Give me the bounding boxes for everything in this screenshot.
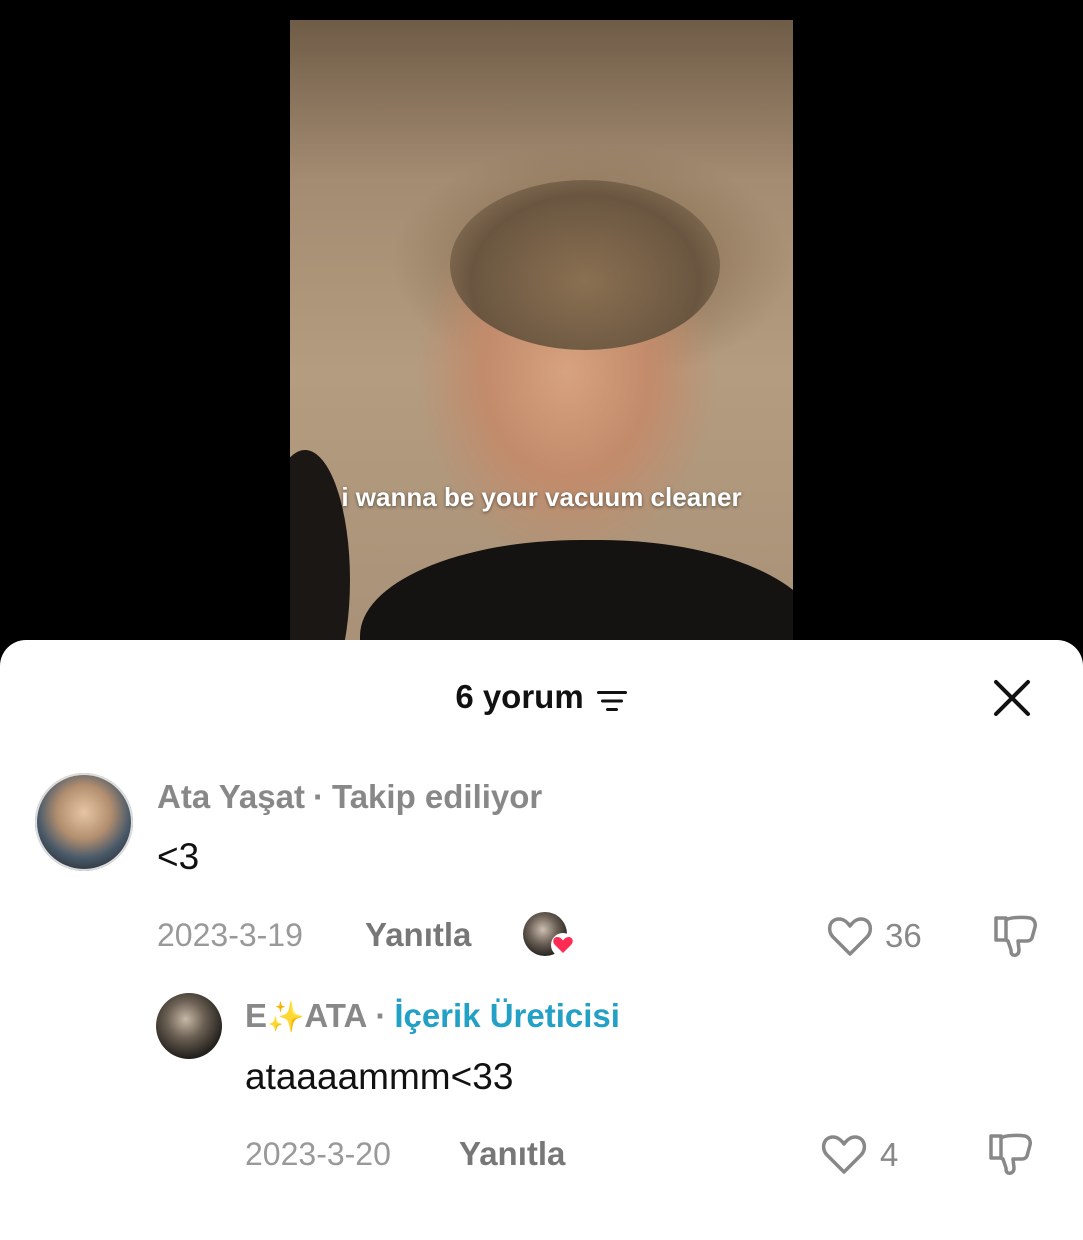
sort-lines-icon[interactable]	[596, 684, 628, 711]
comment-author-line[interactable]: Ata Yaşat · Takip ediliyor	[157, 778, 542, 816]
video-caption: i wanna be your vacuum cleaner	[341, 482, 742, 512]
comment-author[interactable]: Ata Yaşat	[157, 778, 305, 815]
video-frame-detail	[450, 180, 720, 350]
avatar[interactable]	[35, 773, 133, 871]
close-icon[interactable]	[990, 676, 1034, 720]
like-count: 4	[880, 1136, 899, 1173]
following-tag: Takip ediliyor	[331, 778, 543, 815]
like-count: 36	[885, 917, 922, 954]
reply-button[interactable]: Yanıtla	[365, 916, 471, 954]
comment-author-suffix[interactable]: ATA	[304, 997, 367, 1034]
separator-dot: ·	[375, 997, 387, 1034]
comments-header: 6 yorum	[0, 678, 1083, 716]
avatar[interactable]	[156, 993, 222, 1059]
comment-date: 2023-3-20	[245, 1136, 391, 1172]
comment-date: 2023-3-19	[157, 917, 303, 953]
heart-outline-icon[interactable]	[826, 914, 874, 963]
creator-heart-icon	[550, 933, 576, 957]
sparkle-emoji: ✨	[267, 1001, 305, 1034]
reply-button[interactable]: Yanıtla	[459, 1135, 565, 1173]
comment-author-line[interactable]: E✨ATA · İçerik Üreticisi	[245, 997, 620, 1035]
comments-count-title: 6 yorum	[455, 678, 584, 715]
separator-dot: ·	[312, 778, 324, 815]
dislike-icon[interactable]	[990, 912, 1040, 965]
creator-tag: İçerik Üreticisi	[394, 997, 620, 1034]
comment-text: ataaaammm<33	[245, 1056, 514, 1097]
comment-text: <3	[157, 836, 200, 877]
video-player[interactable]: i wanna be your vacuum cleaner	[290, 20, 793, 660]
dislike-icon[interactable]	[985, 1130, 1035, 1183]
comment-author[interactable]: E	[245, 997, 267, 1034]
heart-outline-icon[interactable]	[820, 1132, 868, 1181]
